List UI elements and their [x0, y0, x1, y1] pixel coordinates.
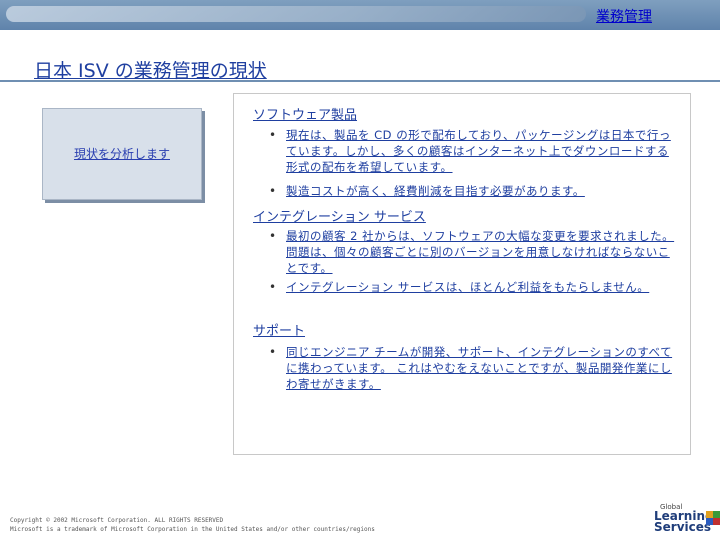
logo-square-icon	[706, 518, 713, 525]
bullet-text[interactable]: インテグレーション サービスは、ほとんど利益をもたらしません。	[286, 279, 676, 295]
list-item: • インテグレーション サービスは、ほとんど利益をもたらしません。	[269, 279, 676, 295]
bullet-icon: •	[269, 280, 277, 294]
logo-square-icon	[713, 511, 720, 518]
section-heading-integration[interactable]: インテグレーション サービス	[253, 206, 426, 225]
page-title[interactable]: 日本 ISV の業務管理の現状	[34, 56, 267, 83]
bullet-text[interactable]: 現在は、製品を CD の形で配布しており、パッケージングは日本で行っています。し…	[286, 127, 676, 175]
section-link[interactable]: 業務管理	[596, 6, 652, 26]
list-item: • 製造コストが高く、経費削減を目指す必要があります。	[269, 183, 676, 199]
section-heading-support[interactable]: サポート	[253, 320, 305, 339]
bullet-text[interactable]: 製造コストが高く、経費削減を目指す必要があります。	[286, 183, 676, 199]
bullet-icon: •	[269, 184, 277, 198]
bullet-icon: •	[269, 229, 277, 243]
trademark-line: Microsoft is a trademark of Microsoft Co…	[10, 526, 375, 533]
logo-line-2: Services	[654, 520, 712, 534]
section-heading-software[interactable]: ソフトウェア製品	[253, 104, 357, 123]
logo-square-icon	[706, 511, 713, 518]
bullet-icon: •	[269, 128, 277, 142]
top-banner: 業務管理	[0, 0, 720, 30]
list-item: • 同じエンジニア チームが開発、サポート、インテグレーションのすべてに携わって…	[269, 344, 676, 392]
analysis-card-label[interactable]: 現状を分析します	[43, 145, 201, 162]
global-learning-services-logo: Global Learning Services	[640, 503, 720, 539]
bullet-icon: •	[269, 345, 277, 359]
logo-square-icon	[713, 518, 720, 525]
analysis-card[interactable]: 現状を分析します	[42, 108, 202, 200]
banner-decoration	[6, 6, 586, 22]
bullet-text[interactable]: 同じエンジニア チームが開発、サポート、インテグレーションのすべてに携わっていま…	[286, 344, 676, 392]
list-item: • 最初の顧客 2 社からは、ソフトウェアの大幅な変更を要求されました。 問題は…	[269, 228, 676, 276]
bullet-text[interactable]: 最初の顧客 2 社からは、ソフトウェアの大幅な変更を要求されました。 問題は、個…	[286, 228, 676, 276]
list-item: • 現在は、製品を CD の形で配布しており、パッケージングは日本で行っています…	[269, 127, 676, 175]
copyright-line: Copyright © 2002 Microsoft Corporation. …	[10, 517, 224, 524]
copyright-footer: Copyright © 2002 Microsoft Corporation. …	[10, 516, 375, 534]
logo-wordmark: Learning Services	[654, 510, 714, 534]
title-divider	[0, 80, 720, 82]
